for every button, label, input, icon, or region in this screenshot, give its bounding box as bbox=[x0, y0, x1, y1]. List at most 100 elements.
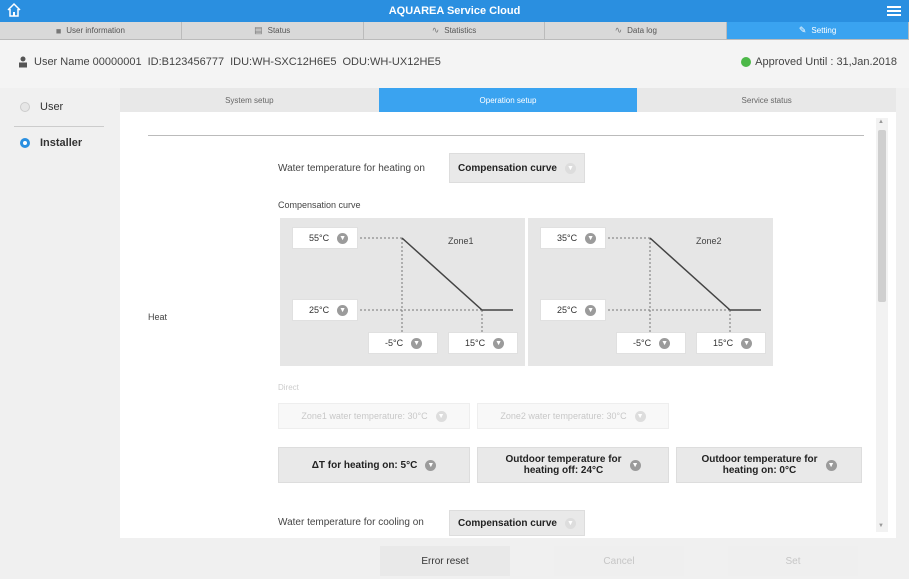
temp-value: 35°C bbox=[557, 233, 578, 243]
sidebar-item-label: User bbox=[40, 101, 64, 113]
zone2-direct-temp-dropdown[interactable]: Zone2 water temperature: 30°C ▼ bbox=[477, 403, 669, 429]
tab-data-log[interactable]: ∿ Data log bbox=[545, 22, 728, 39]
chevron-down-icon: ▼ bbox=[337, 232, 349, 244]
dropdown-value-line2: heating on: 0°C bbox=[722, 465, 797, 476]
footer-bar: Error reset Cancel Set bbox=[0, 538, 909, 579]
delta-t-heating-dropdown[interactable]: ΔT for heating on: 5°C ▼ bbox=[278, 447, 470, 483]
dropdown-value: ΔT for heating on: 5°C bbox=[311, 459, 418, 471]
tab-user-information[interactable]: ■ User information bbox=[0, 22, 182, 39]
temp-value: 55°C bbox=[309, 233, 330, 243]
scrollbar-thumb[interactable] bbox=[878, 130, 886, 302]
chevron-down-icon: ▼ bbox=[493, 337, 505, 349]
dropdown-value: Compensation curve bbox=[458, 517, 557, 529]
zone2-x1-temp-dropdown[interactable]: -5°C ▼ bbox=[616, 332, 686, 354]
scroll-down-icon[interactable]: ▼ bbox=[878, 523, 884, 529]
approved-until: Approved Until : 31,Jan.2018 bbox=[755, 56, 897, 68]
temp-value: 15°C bbox=[713, 338, 734, 348]
chevron-down-icon: ▼ bbox=[741, 337, 753, 349]
user-name: User Name 00000001 bbox=[34, 56, 142, 68]
zone2-bottom-temp-dropdown[interactable]: 25°C ▼ bbox=[540, 299, 606, 321]
chevron-down-icon: ▼ bbox=[585, 232, 597, 244]
status-icon: ▤ bbox=[254, 25, 263, 35]
scroll-up-icon[interactable]: ▲ bbox=[878, 119, 884, 125]
user-id: ID:B123456777 bbox=[147, 56, 225, 68]
zone1-bottom-temp-dropdown[interactable]: 25°C ▼ bbox=[292, 299, 358, 321]
temp-value: 15°C bbox=[465, 338, 486, 348]
person-icon: ■ bbox=[55, 25, 62, 36]
divider bbox=[148, 135, 864, 136]
temp-value: -5°C bbox=[633, 338, 652, 348]
hamburger-menu-icon[interactable] bbox=[887, 4, 901, 18]
tab-service-status[interactable]: Service status bbox=[637, 88, 896, 112]
chevron-down-icon: ▼ bbox=[634, 410, 646, 422]
idu-model: IDU:WH-SXC12H6E5 bbox=[230, 56, 337, 68]
chevron-down-icon: ▼ bbox=[659, 337, 671, 349]
chevron-down-icon: ▼ bbox=[629, 459, 641, 471]
person-icon bbox=[19, 56, 27, 68]
zone1-direct-temp-dropdown[interactable]: Zone1 water temperature: 30°C ▼ bbox=[278, 403, 470, 429]
tab-label: Data log bbox=[627, 26, 657, 35]
heat-section-label: Heat bbox=[148, 312, 168, 322]
zone1-top-temp-dropdown[interactable]: 55°C ▼ bbox=[292, 227, 358, 249]
cancel-button[interactable]: Cancel bbox=[554, 546, 684, 576]
water-heating-on-dropdown[interactable]: Compensation curve ▼ bbox=[449, 153, 585, 183]
main-nav-tabs: ■ User information ▤ Status ∿ Statistics ∿ D… bbox=[0, 22, 909, 40]
chevron-down-icon: ▼ bbox=[564, 517, 576, 529]
setting-icon: ✎ bbox=[798, 25, 807, 35]
tab-label: Statistics bbox=[444, 26, 477, 35]
user-info-bar: User Name 00000001 ID:B123456777 IDU:WH-… bbox=[0, 40, 909, 88]
odu-model: ODU:WH-UX12HE5 bbox=[342, 56, 441, 68]
direct-label: Direct bbox=[278, 383, 299, 392]
sidebar-item-user[interactable]: User bbox=[20, 101, 63, 113]
compensation-curve-label: Compensation curve bbox=[278, 200, 361, 210]
tab-label: Setting bbox=[811, 26, 837, 35]
outdoor-heating-off-dropdown[interactable]: Outdoor temperature for heating off: 24°C… bbox=[477, 447, 669, 483]
chevron-down-icon: ▼ bbox=[425, 459, 437, 471]
outdoor-heating-on-dropdown[interactable]: Outdoor temperature for heating on: 0°C ▼ bbox=[676, 447, 862, 483]
temp-value: 25°C bbox=[557, 305, 578, 315]
chevron-down-icon: ▼ bbox=[564, 162, 576, 174]
sidebar-item-label: Installer bbox=[40, 137, 83, 149]
tab-statistics[interactable]: ∿ Statistics bbox=[364, 22, 546, 39]
dropdown-value: Compensation curve bbox=[458, 162, 557, 174]
sidebar-item-installer[interactable]: Installer bbox=[20, 137, 82, 149]
tab-label: Status bbox=[267, 26, 291, 35]
radio-icon bbox=[20, 102, 30, 112]
setting-sub-tabs: System setup Operation setup Service sta… bbox=[120, 88, 896, 112]
set-button[interactable]: Set bbox=[728, 546, 858, 576]
radio-selected-icon bbox=[20, 138, 30, 148]
tab-operation-setup[interactable]: Operation setup bbox=[378, 88, 638, 112]
data-log-icon: ∿ bbox=[614, 25, 623, 35]
approved-status-icon bbox=[741, 57, 752, 67]
top-bar: AQUAREA Service Cloud bbox=[0, 0, 909, 22]
dropdown-value: Zone2 water temperature: 30°C bbox=[500, 411, 627, 421]
sidebar-divider bbox=[14, 126, 104, 127]
chevron-down-icon: ▼ bbox=[825, 459, 837, 471]
tab-setting[interactable]: ✎ Setting bbox=[727, 22, 909, 39]
dropdown-value-line2: heating off: 24°C bbox=[523, 465, 604, 476]
water-cooling-on-dropdown[interactable]: Compensation curve ▼ bbox=[449, 510, 585, 536]
tab-status[interactable]: ▤ Status bbox=[182, 22, 364, 39]
zone2-curve-panel: 35°C ▼ Zone2 25°C ▼ -5°C ▼ 15°C ▼ bbox=[528, 218, 773, 366]
operation-setup-panel: Water temperature for heating on Compens… bbox=[120, 112, 896, 538]
sidebar: User Installer bbox=[0, 88, 120, 538]
water-heating-on-label: Water temperature for heating on bbox=[278, 163, 425, 174]
error-reset-button[interactable]: Error reset bbox=[380, 546, 510, 576]
tab-system-setup[interactable]: System setup bbox=[120, 88, 379, 112]
dropdown-value: Outdoor temperature for heating on: 0°C bbox=[701, 454, 817, 476]
dropdown-value: Zone1 water temperature: 30°C bbox=[301, 411, 428, 421]
temp-value: 25°C bbox=[309, 305, 330, 315]
zone2-x2-temp-dropdown[interactable]: 15°C ▼ bbox=[696, 332, 766, 354]
chevron-down-icon: ▼ bbox=[585, 304, 597, 316]
dropdown-value-line1: Outdoor temperature for bbox=[505, 454, 622, 465]
app-title: AQUAREA Service Cloud bbox=[388, 5, 521, 17]
dropdown-value-line1: Outdoor temperature for bbox=[701, 454, 818, 465]
chevron-down-icon: ▼ bbox=[337, 304, 349, 316]
zone1-x2-temp-dropdown[interactable]: 15°C ▼ bbox=[448, 332, 518, 354]
zone2-top-temp-dropdown[interactable]: 35°C ▼ bbox=[540, 227, 606, 249]
tab-label: User information bbox=[66, 26, 125, 35]
water-cooling-on-label: Water temperature for cooling on bbox=[278, 517, 424, 528]
temp-value: -5°C bbox=[385, 338, 404, 348]
zone1-x1-temp-dropdown[interactable]: -5°C ▼ bbox=[368, 332, 438, 354]
zone1-curve-panel: 55°C ▼ Zone1 25°C ▼ -5°C ▼ 15°C ▼ bbox=[280, 218, 525, 366]
